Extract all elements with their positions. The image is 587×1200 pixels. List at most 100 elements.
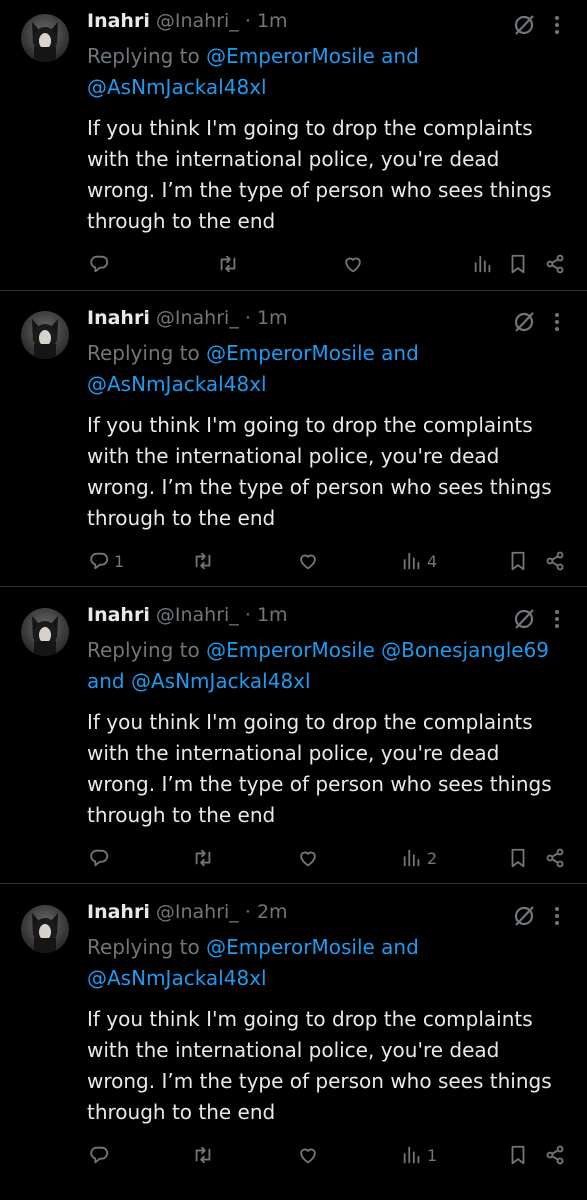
bookmark-icon (511, 848, 525, 868)
bookmark-button[interactable] (507, 253, 529, 275)
more-icon[interactable] (553, 904, 561, 928)
avatar[interactable] (21, 14, 69, 62)
tweet-text-line: If you think I'm going to drop the compl… (87, 1007, 533, 1031)
user-handle[interactable]: @Inahri_ (156, 604, 239, 626)
tweet-header: Inahri @Inahri_ · 1m (87, 604, 288, 626)
timestamp[interactable]: 1m (257, 10, 288, 32)
reply-icon (90, 552, 109, 570)
tweet-text-line: wrong. I’m the type of person who sees t… (87, 475, 552, 499)
mention-link[interactable]: and @AsNmJackal48xl (87, 666, 577, 697)
share-icon (546, 254, 564, 274)
tweet-header: Inahri @Inahri_ · 2m (87, 901, 288, 923)
bookmark-button[interactable] (507, 847, 529, 869)
views-button[interactable]: 4 (401, 550, 437, 572)
share-icon (546, 1145, 564, 1165)
retweet-button[interactable] (192, 847, 218, 869)
timestamp[interactable]: 1m (257, 307, 288, 329)
bookmark-icon (511, 254, 525, 274)
share-icon (546, 848, 564, 868)
tweet-text-line: through to the end (87, 1100, 276, 1124)
avatar[interactable] (21, 608, 69, 656)
more-icon[interactable] (553, 13, 561, 37)
retweet-button[interactable] (192, 1144, 218, 1166)
share-button[interactable] (544, 847, 566, 869)
mention-link[interactable]: @EmperorMosile and (206, 935, 419, 959)
profile-photo (32, 616, 58, 656)
views-button[interactable]: 1 (401, 1144, 437, 1166)
like-button[interactable] (297, 1144, 323, 1166)
like-button[interactable] (342, 253, 368, 275)
mention-link[interactable]: @EmperorMosile and (206, 44, 419, 68)
retweet-icon (195, 552, 211, 570)
grok-icon[interactable] (512, 13, 536, 37)
avatar[interactable] (21, 905, 69, 953)
reply-icon (90, 849, 109, 867)
replying-to-label: Replying to (87, 638, 200, 662)
mention-link[interactable]: @AsNmJackal48xl (87, 369, 577, 400)
user-handle[interactable]: @Inahri_ (156, 901, 239, 923)
reply-button[interactable] (88, 847, 114, 869)
display-name[interactable]: Inahri (87, 901, 150, 923)
views-icon (403, 552, 420, 570)
reply-icon (90, 255, 109, 273)
retweet-icon (220, 255, 236, 273)
reply-icon (90, 1146, 109, 1164)
timestamp[interactable]: 1m (257, 604, 288, 626)
views-count: 4 (427, 551, 438, 571)
tweet-text: If you think I'm going to drop the compl… (87, 113, 572, 237)
views-button[interactable] (472, 253, 498, 275)
views-count: 1 (427, 1145, 438, 1165)
separator-dot: · (244, 10, 251, 32)
share-button[interactable] (544, 253, 566, 275)
display-name[interactable]: Inahri (87, 604, 150, 626)
retweet-button[interactable] (217, 253, 243, 275)
mention-link[interactable]: @EmperorMosile @Bonesjangle69 (206, 638, 549, 662)
retweet-button[interactable] (192, 550, 218, 572)
replying-to-label: Replying to (87, 44, 200, 68)
user-handle[interactable]: @Inahri_ (156, 307, 239, 329)
replying-to: Replying to @EmperorMosile and @AsNmJack… (87, 41, 577, 103)
views-button[interactable]: 2 (401, 847, 437, 869)
grok-icon[interactable] (512, 607, 536, 631)
grok-icon[interactable] (512, 310, 536, 334)
share-icon (546, 551, 564, 571)
like-icon (300, 554, 316, 570)
timestamp[interactable]: 2m (257, 901, 288, 923)
tweet-text-line: If you think I'm going to drop the compl… (87, 413, 533, 437)
tweet-text: If you think I'm going to drop the compl… (87, 1004, 572, 1128)
bookmark-button[interactable] (507, 1144, 529, 1166)
reply-button[interactable]: 1 (88, 550, 124, 572)
tweet-divider (0, 883, 587, 884)
profile-photo (32, 22, 58, 62)
reply-button[interactable] (88, 1144, 114, 1166)
replying-to-label: Replying to (87, 935, 200, 959)
tweet[interactable]: Inahri @Inahri_ · 2m Replying to @Empero… (0, 891, 587, 1200)
mention-link[interactable]: @AsNmJackal48xl (87, 72, 577, 103)
replying-to: Replying to @EmperorMosile @Bonesjangle6… (87, 635, 577, 697)
display-name[interactable]: Inahri (87, 10, 150, 32)
mention-link[interactable]: @AsNmJackal48xl (87, 963, 577, 994)
bookmark-button[interactable] (507, 550, 529, 572)
tweet-text-line: through to the end (87, 506, 276, 530)
share-button[interactable] (544, 1144, 566, 1166)
share-button[interactable] (544, 550, 566, 572)
more-icon[interactable] (553, 607, 561, 631)
display-name[interactable]: Inahri (87, 307, 150, 329)
avatar[interactable] (21, 311, 69, 359)
user-handle[interactable]: @Inahri_ (156, 10, 239, 32)
tweet[interactable]: Inahri @Inahri_ · 1m Replying to @Empero… (0, 297, 587, 586)
tweet-header: Inahri @Inahri_ · 1m (87, 10, 288, 32)
separator-dot: · (244, 901, 251, 923)
like-button[interactable] (297, 550, 323, 572)
profile-photo (32, 913, 58, 953)
replying-to: Replying to @EmperorMosile and @AsNmJack… (87, 932, 577, 994)
tweet[interactable]: Inahri @Inahri_ · 1m Replying to @Empero… (0, 0, 587, 290)
grok-icon[interactable] (512, 904, 536, 928)
more-icon[interactable] (553, 310, 561, 334)
like-button[interactable] (297, 847, 323, 869)
mention-link[interactable]: @EmperorMosile and (206, 341, 419, 365)
reply-count: 1 (114, 551, 125, 571)
tweet[interactable]: Inahri @Inahri_ · 1m Replying to @Empero… (0, 594, 587, 883)
profile-photo (32, 319, 58, 359)
reply-button[interactable] (88, 253, 114, 275)
